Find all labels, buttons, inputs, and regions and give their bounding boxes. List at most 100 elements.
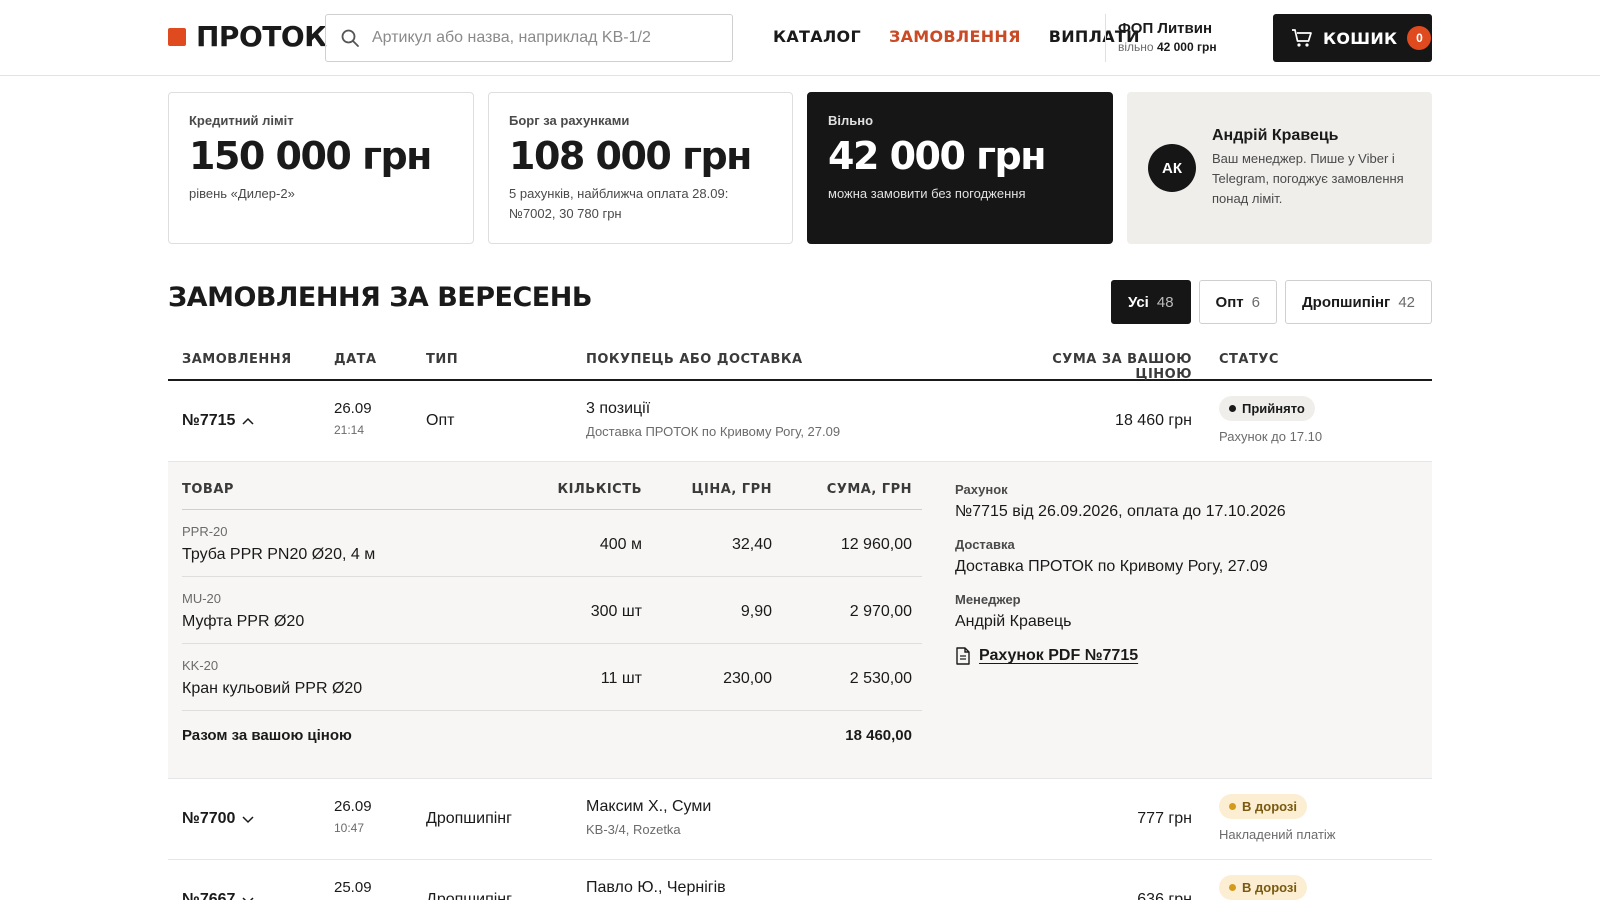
order-date: 26.09 10:47 — [334, 798, 372, 835]
delivery-label: Доставка — [955, 537, 1015, 552]
credit-limit-caption: Кредитний ліміт — [189, 113, 294, 128]
order-number[interactable]: №7715 — [182, 412, 255, 430]
date-text: 26.09 — [334, 400, 372, 417]
buyer-sub-text: KB-3/4, Rozetka — [586, 822, 681, 837]
manager-value: Андрій Кравець — [955, 613, 1072, 630]
account-free: вільно 42 000 грн — [1118, 40, 1217, 54]
item-qty: 11 шт — [600, 670, 642, 687]
item-sum: 2 530,00 — [849, 670, 912, 687]
item-row: KK-20 Кран кульовий PPR Ø20 11 шт 230,00… — [182, 644, 922, 711]
cart-button[interactable]: КОШИК 0 — [1273, 14, 1432, 62]
pdf-link-text[interactable]: Рахунок PDF №7715 — [979, 647, 1138, 665]
order-status: В дорозі — [1219, 875, 1307, 900]
order-number-text: №7667 — [182, 891, 236, 900]
col-price: ЦІНА, ГРН — [691, 482, 772, 497]
col-date[interactable]: ДАТА — [334, 352, 377, 367]
top-header: ПРОТОК КАТАЛОГ ЗАМОВЛЕННЯ ВИПЛАТИ ФОП Ли… — [0, 0, 1600, 76]
cart-count-badge: 0 — [1407, 26, 1432, 50]
item-price: 9,90 — [740, 603, 772, 620]
status-text: В дорозі — [1242, 799, 1297, 814]
manager-avatar: АК — [1148, 144, 1196, 192]
debt-sub: 5 рахунків, найближча оплата 28.09: №700… — [509, 186, 729, 221]
invoice-pdf-link[interactable]: Рахунок PDF №7715 — [955, 647, 1286, 665]
account-info[interactable]: ФОП Литвин вільно 42 000 грн — [1118, 20, 1217, 54]
header-divider — [1105, 14, 1106, 62]
filter-label: Усі — [1127, 293, 1149, 311]
search-box[interactable] — [325, 14, 733, 62]
document-icon — [956, 647, 970, 665]
filter-all[interactable]: Усі 48 — [1110, 280, 1191, 324]
invoice-value: №7715 від 26.09.2026, оплата до 17.10.20… — [955, 503, 1286, 520]
time-text: 21:14 — [334, 423, 365, 437]
nav-orders[interactable]: ЗАМОВЛЕННЯ — [889, 27, 1021, 46]
free-balance-card: Вільно 42 000 грн можна замовити без пог… — [807, 92, 1113, 244]
filter-dropshipping[interactable]: Дропшипінг 42 — [1284, 280, 1432, 324]
debt-card: Борг за рахунками 108 000 грн 5 рахунків… — [488, 92, 793, 244]
free-caption: Вільно — [828, 113, 874, 128]
search-input[interactable] — [372, 29, 712, 47]
col-order[interactable]: ЗАМОВЛЕННЯ — [182, 352, 292, 367]
orders-table-header: ЗАМОВЛЕННЯ ДАТА ТИП ПОКУПЕЦЬ АБО ДОСТАВК… — [168, 346, 1432, 382]
order-meta: Рахунок №7715 від 26.09.2026, оплата до … — [955, 482, 1286, 665]
logo[interactable]: ПРОТОК — [168, 20, 327, 53]
order-sum: 636 грн — [1137, 891, 1192, 900]
item-sku: KK-20 — [182, 658, 219, 673]
buyer-text: 3 позиції — [586, 400, 651, 417]
logo-mark — [168, 27, 186, 46]
order-buyer: Павло Ю., Чернігів — [586, 879, 726, 897]
order-number[interactable]: №7667 — [182, 891, 255, 900]
order-status: Прийнято Рахунок до 17.10 — [1219, 396, 1322, 444]
order-number[interactable]: №7700 — [182, 810, 255, 828]
buyer-sub-text: Доставка ПРОТОК по Кривому Рогу, 27.09 — [586, 424, 841, 439]
total-value: 18 460,00 — [845, 727, 912, 744]
status-sub-text: Рахунок до 17.10 — [1219, 429, 1323, 444]
table-row-7667[interactable]: №7667 25.09 Дропшипінг Павло Ю., Чернігі… — [168, 861, 1432, 900]
item-sku: PPR-20 — [182, 524, 228, 539]
col-status[interactable]: СТАТУС — [1219, 352, 1279, 367]
col-buyer[interactable]: ПОКУПЕЦЬ АБО ДОСТАВКА — [586, 352, 803, 367]
status-badge: В дорозі — [1219, 875, 1307, 900]
col-type[interactable]: ТИП — [426, 352, 458, 367]
order-filters: Усі 48 Опт 6 Дропшипінг 42 — [1110, 280, 1432, 324]
order-buyer: Максим Х., Суми KB-3/4, Rozetka — [586, 798, 711, 837]
order-items-table: ТОВАР КІЛЬКІСТЬ ЦІНА, ГРН СУМА, ГРН PPR-… — [182, 480, 922, 761]
nav-catalog[interactable]: КАТАЛОГ — [773, 27, 861, 46]
status-sub-text: Накладений платіж — [1219, 827, 1336, 842]
filter-wholesale[interactable]: Опт 6 — [1198, 280, 1277, 324]
chevron-up-icon[interactable] — [241, 416, 255, 426]
item-row: PPR-20 Труба PPR PN20 Ø20, 4 м 400 м 32,… — [182, 510, 922, 577]
order-type: Дропшипінг — [426, 810, 512, 827]
col-item-sum: СУМА, ГРН — [826, 482, 912, 497]
status-dot — [1229, 405, 1236, 412]
filter-count: 48 — [1156, 293, 1174, 311]
order-type: Дропшипінг — [426, 891, 512, 900]
table-row-7700[interactable]: №7700 26.09 10:47 Дропшипінг Максим Х., … — [168, 780, 1432, 860]
order-number-text: №7700 — [182, 810, 236, 827]
order-type: Опт — [426, 412, 455, 429]
item-price: 230,00 — [723, 670, 772, 687]
chevron-down-icon[interactable] — [241, 895, 255, 900]
order-details-panel: ТОВАР КІЛЬКІСТЬ ЦІНА, ГРН СУМА, ГРН PPR-… — [168, 462, 1432, 779]
debt-caption: Борг за рахунками — [509, 113, 630, 128]
credit-limit-value: 150 000 грн — [189, 134, 432, 178]
items-total-row: Разом за вашою ціною 18 460,00 — [182, 711, 922, 761]
search-icon — [341, 29, 359, 47]
status-dot — [1229, 803, 1236, 810]
manager-card[interactable]: АК Андрій Кравець Ваш менеджер. Пише у V… — [1127, 92, 1432, 244]
order-number-text: №7715 — [182, 412, 236, 429]
delivery-value: Доставка ПРОТОК по Кривому Рогу, 27.09 — [955, 558, 1268, 575]
order-date: 26.09 21:14 — [334, 400, 372, 437]
item-name: Труба PPR PN20 Ø20, 4 м — [182, 546, 376, 563]
status-text: Прийнято — [1242, 401, 1305, 416]
buyer-text: Максим Х., Суми — [586, 798, 712, 815]
chevron-down-icon[interactable] — [241, 814, 255, 824]
item-sum: 2 970,00 — [849, 603, 912, 620]
item-price: 32,40 — [731, 536, 772, 553]
table-row-7715[interactable]: №7715 26.09 21:14 Опт 3 позиції Доставка… — [168, 382, 1432, 462]
col-sum[interactable]: СУМА ЗА ВАШОЮ ЦІНОЮ — [1032, 352, 1192, 382]
logo-text: ПРОТОК — [196, 20, 327, 53]
item-name: Муфта PPR Ø20 — [182, 613, 305, 630]
buyer-text: Павло Ю., Чернігів — [586, 879, 726, 896]
time-text: 10:47 — [334, 821, 365, 835]
date-text: 25.09 — [334, 879, 372, 896]
